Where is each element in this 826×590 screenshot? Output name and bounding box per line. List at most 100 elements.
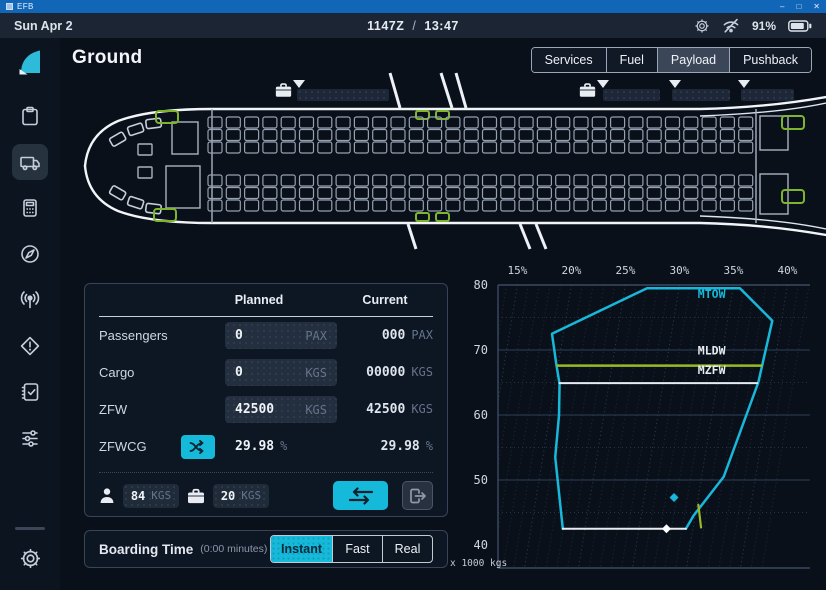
seat <box>318 175 332 186</box>
seat <box>446 130 460 141</box>
battery-icon <box>788 20 812 32</box>
seat <box>373 200 387 211</box>
seat <box>519 188 533 199</box>
sidebar-item-calculator[interactable] <box>12 190 48 226</box>
sidebar-item-ground-services[interactable] <box>12 144 48 180</box>
x-tick: 40% <box>778 264 798 277</box>
seat <box>336 188 350 199</box>
seat <box>702 188 716 199</box>
sidebar-item-clipboard[interactable] <box>12 98 48 134</box>
seat <box>318 130 332 141</box>
cargo-planned-input[interactable]: 0KGS <box>225 359 337 386</box>
sidebar-item-sliders[interactable] <box>12 420 48 456</box>
sidebar-item-antenna[interactable] <box>12 282 48 318</box>
seat <box>263 142 277 153</box>
seat-map <box>208 117 753 211</box>
row-label: ZFW <box>99 402 181 417</box>
seat <box>519 117 533 128</box>
clipboard-icon <box>19 105 41 127</box>
seat <box>720 142 734 153</box>
sidebar-item-checklist[interactable] <box>12 374 48 410</box>
hold-pointer <box>738 80 750 88</box>
cargo-hold-input-aft-3[interactable] <box>741 89 794 101</box>
seat <box>556 188 570 199</box>
boarding-option-fast[interactable]: Fast <box>332 536 382 562</box>
seat <box>281 175 295 186</box>
bag-weight-input[interactable]: 20 KGS <box>213 484 269 508</box>
randomize-zfwcg-button[interactable] <box>181 435 215 459</box>
tab-payload[interactable]: Payload <box>657 48 729 72</box>
cargo-hold-input-aft-2[interactable] <box>672 89 730 101</box>
tab-pushback[interactable]: Pushback <box>729 48 811 72</box>
gear-icon <box>19 547 42 570</box>
label-mldw: MLDW <box>698 344 726 358</box>
tab-services[interactable]: Services <box>532 48 606 72</box>
row-label: Passengers <box>99 328 181 343</box>
seat <box>684 117 698 128</box>
seat <box>428 175 442 186</box>
seat <box>428 188 442 199</box>
seat <box>702 200 716 211</box>
seat <box>208 200 222 211</box>
seat <box>464 130 478 141</box>
seat <box>537 142 551 153</box>
seat <box>318 142 332 153</box>
sidebar-item-compass[interactable] <box>12 236 48 272</box>
seat <box>263 175 277 186</box>
seat <box>519 130 533 141</box>
seat <box>483 142 497 153</box>
seat <box>702 117 716 128</box>
cargo-current-value: 00000KGS <box>337 365 433 380</box>
planned-column-header: Planned <box>181 293 337 307</box>
seat <box>519 142 533 153</box>
seat <box>336 175 350 186</box>
y-axis-unit-label: x 1000 kgs <box>450 558 507 569</box>
sliders-icon <box>19 427 41 449</box>
briefcase-icon <box>579 82 596 98</box>
seat <box>739 175 753 186</box>
seat <box>300 188 314 199</box>
seat <box>428 142 442 153</box>
close-button[interactable]: ✕ <box>813 0 820 13</box>
seat <box>336 117 350 128</box>
seat <box>574 130 588 141</box>
zfwcg-planned-value: 29.98% <box>225 439 337 454</box>
seat <box>446 188 460 199</box>
sidebar-item-settings[interactable] <box>12 540 48 576</box>
seat <box>647 117 661 128</box>
x-tick: 35% <box>724 264 744 277</box>
boarding-option-real[interactable]: Real <box>382 536 432 562</box>
seat <box>647 175 661 186</box>
seat <box>537 188 551 199</box>
settings-gear-icon[interactable] <box>694 18 710 34</box>
seat <box>720 188 734 199</box>
tab-fuel[interactable]: Fuel <box>606 48 657 72</box>
seat <box>281 142 295 153</box>
seat <box>354 142 368 153</box>
cargo-hold-input-aft-1[interactable] <box>603 89 660 101</box>
minimize-button[interactable]: – <box>780 0 784 13</box>
export-payload-button[interactable] <box>402 481 433 510</box>
apply-payload-button[interactable] <box>333 481 388 510</box>
seat <box>501 142 515 153</box>
maximize-button[interactable]: □ <box>796 0 801 13</box>
cargo-hold-input-fwd[interactable] <box>297 89 389 101</box>
seat <box>208 117 222 128</box>
seat <box>739 142 753 153</box>
pax-weight-input[interactable]: 84 KGS <box>123 484 179 508</box>
os-titlebar: EFB – □ ✕ <box>0 0 826 13</box>
seat <box>592 175 606 186</box>
boarding-option-instant[interactable]: Instant <box>271 536 332 562</box>
passengers-planned-input[interactable]: 0PAX <box>225 322 337 349</box>
seat <box>629 142 643 153</box>
seat <box>446 142 460 153</box>
zfw-planned-input[interactable]: 42500KGS <box>225 396 337 423</box>
seat <box>519 200 533 211</box>
wifi-off-icon[interactable] <box>722 18 740 33</box>
seat <box>373 117 387 128</box>
seat <box>592 188 606 199</box>
sidebar-item-failures[interactable] <box>12 328 48 364</box>
seat <box>281 188 295 199</box>
seat <box>666 200 680 211</box>
seat <box>666 175 680 186</box>
